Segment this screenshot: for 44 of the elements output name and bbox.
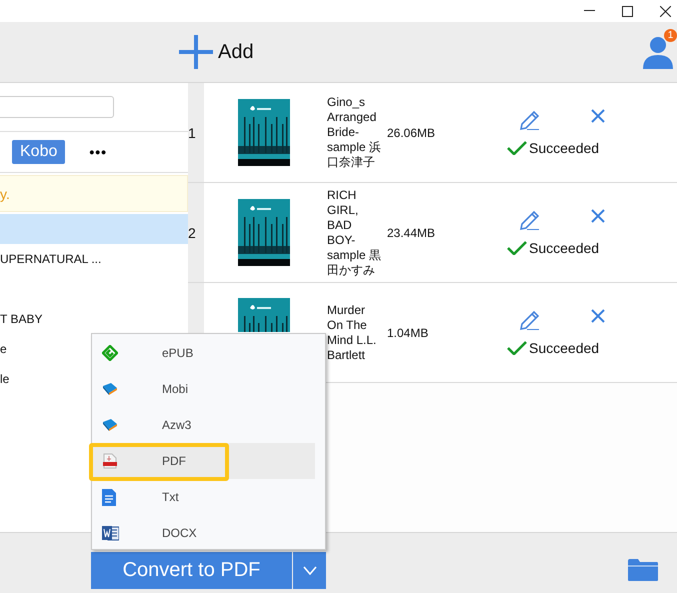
minimize-icon[interactable] <box>584 10 595 12</box>
format-menu-item[interactable]: ePUB <box>93 335 315 371</box>
add-button[interactable]: Add <box>178 34 254 70</box>
format-menu-item[interactable]: DOCX <box>93 515 315 551</box>
status-text: Succeeded <box>529 340 600 356</box>
convert-button[interactable]: Convert to PDF <box>91 552 292 589</box>
pencil-icon[interactable] <box>519 109 541 130</box>
pencil-icon[interactable] <box>519 209 541 230</box>
pencil-icon[interactable] <box>519 309 541 330</box>
format-menu-item[interactable]: Mobi <box>93 371 315 407</box>
maximize-icon[interactable] <box>622 6 633 16</box>
format-menu-item[interactable]: Azw3 <box>93 407 315 443</box>
plus-icon <box>178 34 214 70</box>
file-size: 26.06MB <box>387 126 436 140</box>
row-number-cell: 2 <box>188 183 204 282</box>
word-document-icon <box>102 525 119 541</box>
epub-icon <box>102 345 118 361</box>
status-text: Succeeded <box>529 240 600 256</box>
notification-badge: 1 <box>664 29 677 42</box>
book-title: Murder On The Mind L.L. Bartlett <box>327 302 378 362</box>
source-tab[interactable]: Kobo <box>12 140 66 164</box>
book-icon <box>102 382 118 396</box>
book-list-item[interactable]: T BABY <box>0 304 188 334</box>
close-icon[interactable] <box>660 6 671 16</box>
status-text: Succeeded <box>529 140 600 156</box>
format-dropdown-button[interactable] <box>293 552 326 589</box>
book-list-item[interactable]: UPERNATURAL ... <box>0 244 188 274</box>
more-button[interactable]: ••• <box>79 144 118 160</box>
checkmark-icon <box>507 241 527 255</box>
row-number-cell: 1 <box>188 83 204 182</box>
file-size: 1.04MB <box>387 326 428 340</box>
book-icon <box>102 418 118 432</box>
checkmark-icon <box>507 341 527 355</box>
file-size: 23.44MB <box>387 226 436 240</box>
notice-text: y. <box>0 186 10 202</box>
book-title: Gino_s Arranged Bride-sample 浜口奈津子 <box>327 95 382 170</box>
checkmark-icon <box>507 141 527 155</box>
document-icon <box>102 488 116 506</box>
chevron-down-icon <box>302 566 316 575</box>
book-title: RICH GIRL, BAD BOY-sample 黒田かすみ <box>327 188 382 278</box>
folder-icon[interactable] <box>628 559 658 581</box>
pdf-file-icon <box>102 453 118 469</box>
search-field[interactable] <box>0 96 114 118</box>
format-menu-item[interactable]: Txt <box>93 479 315 515</box>
